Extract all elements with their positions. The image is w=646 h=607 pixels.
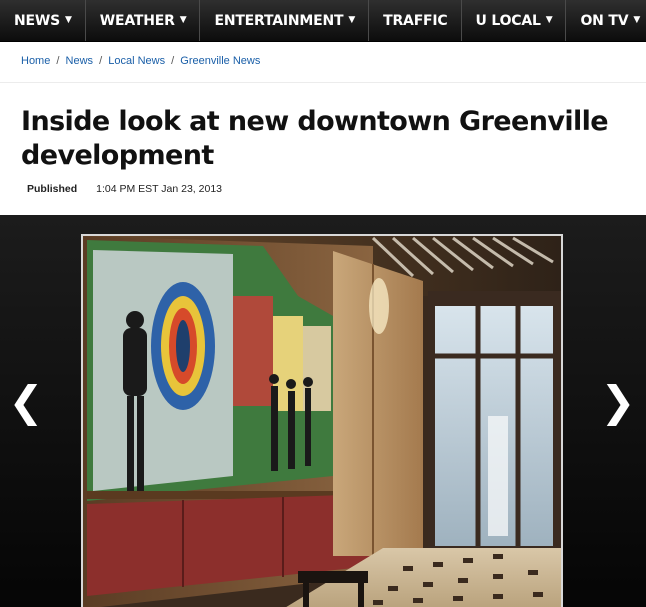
nav-item-weather[interactable]: WEATHER ▼ [86, 0, 201, 41]
page-title: Inside look at new downtown Greenville d… [21, 106, 609, 171]
lobby-photo-illustration [83, 236, 561, 607]
breadcrumb-separator: / [56, 55, 60, 67]
nav-item-on-tv[interactable]: ON TV ▼ [566, 0, 646, 41]
nav-item-label: ON TV [580, 12, 629, 29]
chevron-down-icon: ▼ [633, 14, 641, 25]
chevron-left-icon: ❮ [8, 377, 44, 426]
nav-item-label: ENTERTAINMENT [214, 12, 344, 29]
gallery-photo[interactable] [81, 234, 563, 607]
chevron-right-icon: ❯ [600, 377, 636, 426]
nav-item-label: NEWS [14, 12, 61, 29]
chevron-down-icon: ▼ [348, 14, 356, 25]
nav-item-label: WEATHER [99, 12, 175, 29]
chevron-down-icon: ▼ [179, 14, 187, 25]
article-meta: Published 1:04 PM EST Jan 23, 2013 [27, 183, 631, 195]
breadcrumb-separator: / [99, 55, 103, 67]
nav-item-news[interactable]: NEWS ▼ [0, 0, 86, 41]
gallery-next-button[interactable]: ❯ [598, 372, 638, 432]
main-nav: NEWS ▼ WEATHER ▼ ENTERTAINMENT ▼ TRAFFIC… [0, 0, 646, 42]
chevron-down-icon: ▼ [65, 14, 72, 25]
breadcrumb: Home / News / Local News / Greenville Ne… [0, 43, 646, 83]
breadcrumb-separator: / [171, 55, 175, 67]
photo-gallery: ❮ ❯ [0, 215, 646, 607]
breadcrumb-home[interactable]: Home [21, 55, 50, 67]
nav-item-u-local[interactable]: U LOCAL ▼ [462, 0, 567, 41]
published-timestamp: 1:04 PM EST Jan 23, 2013 [96, 183, 222, 195]
breadcrumb-local-news[interactable]: Local News [108, 55, 165, 67]
nav-item-label: TRAFFIC [383, 12, 448, 29]
nav-item-label: U LOCAL [475, 12, 541, 29]
breadcrumb-news[interactable]: News [66, 55, 94, 67]
gallery-prev-button[interactable]: ❮ [6, 372, 46, 432]
nav-item-entertainment[interactable]: ENTERTAINMENT ▼ [200, 0, 370, 41]
nav-item-traffic[interactable]: TRAFFIC [369, 0, 462, 41]
published-label: Published [27, 183, 78, 195]
article-header: Inside look at new downtown Greenville d… [21, 105, 631, 195]
chevron-down-icon: ▼ [545, 14, 553, 25]
breadcrumb-greenville-news[interactable]: Greenville News [180, 55, 260, 67]
